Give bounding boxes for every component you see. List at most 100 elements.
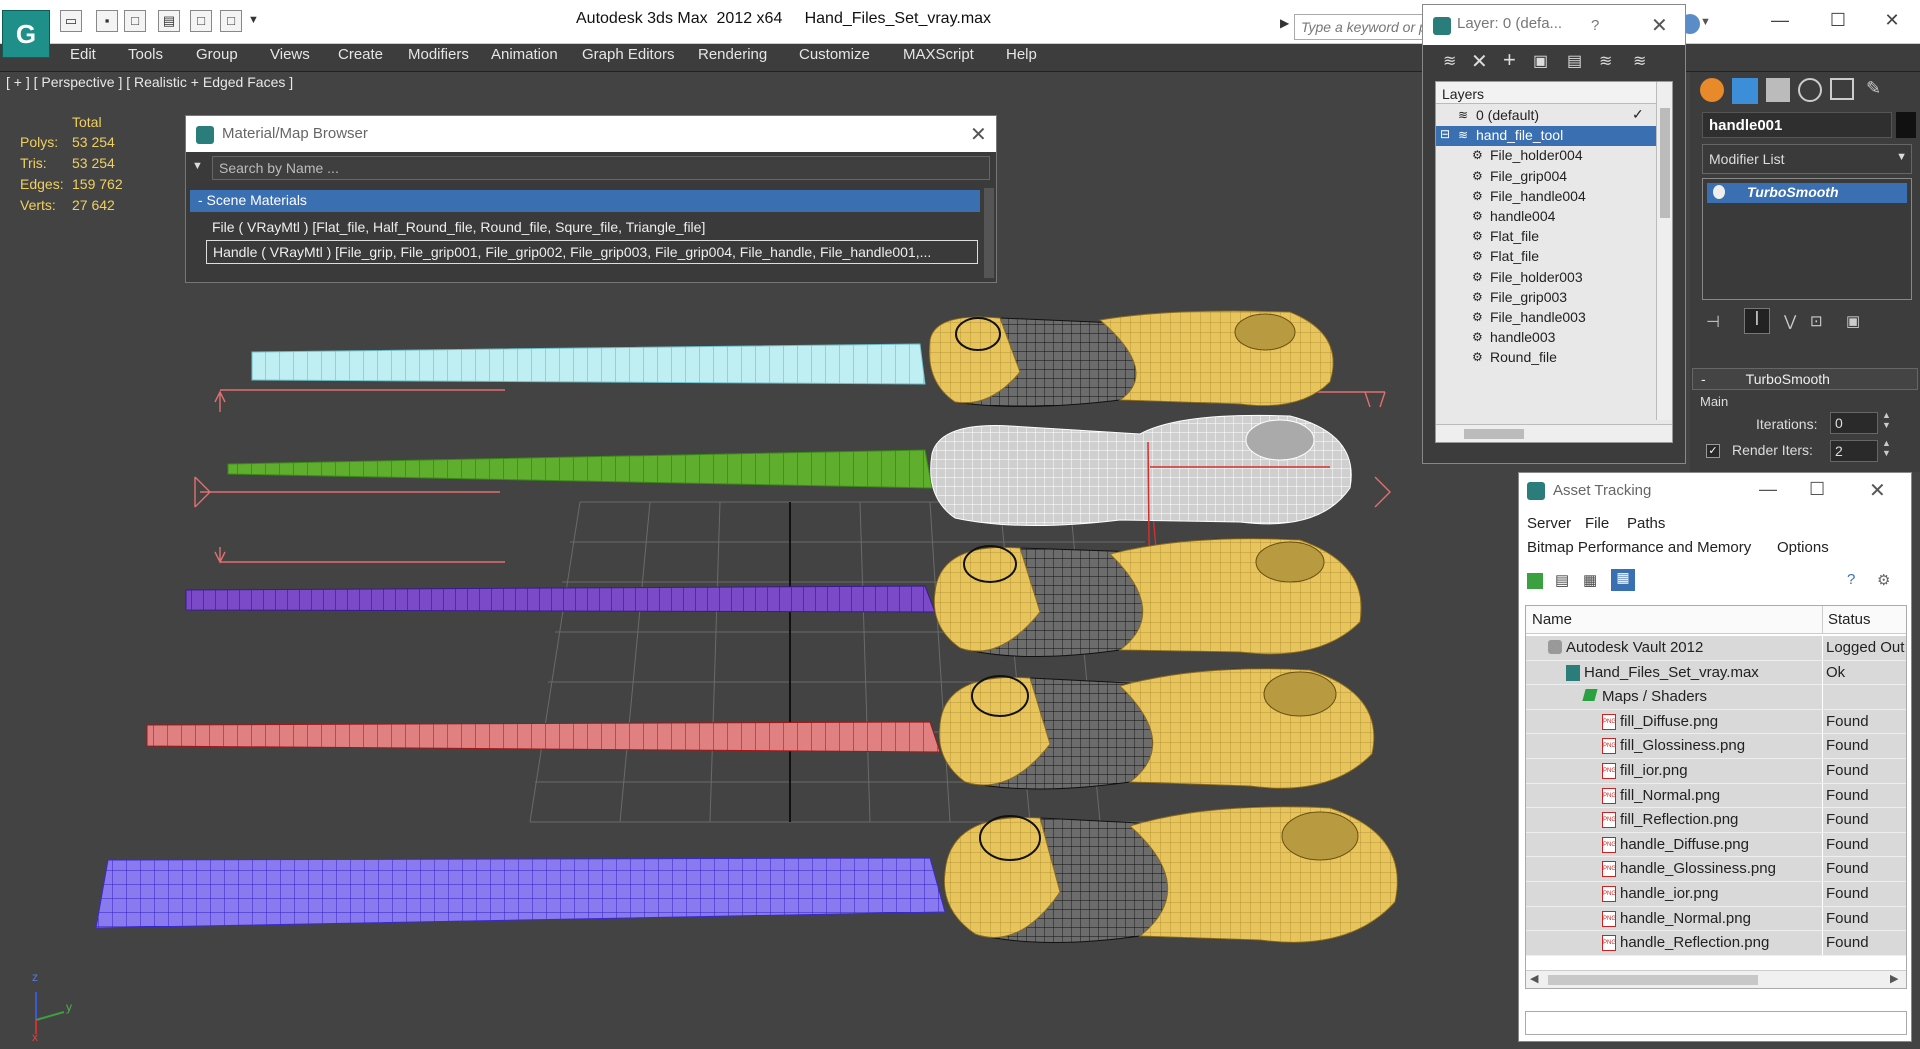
layer-object-row[interactable]: ⚙ Round_file [1436,348,1656,368]
highlight-layer-icon[interactable]: ▤ [1567,51,1582,71]
maximize-icon[interactable]: ☐ [1809,479,1825,500]
hide-all-icon[interactable]: ≋ [1599,51,1612,71]
menu-server[interactable]: Server [1527,515,1571,532]
list-view-icon[interactable]: ▤ [1555,571,1569,589]
search-input[interactable]: Type a keyword or p [1294,14,1424,40]
menu-modifiers[interactable]: Modifiers [408,44,469,72]
menu-customize[interactable]: Customize [799,44,870,72]
render-iters-spinner[interactable]: 2 [1830,440,1878,462]
layer-object-row[interactable]: ⚙ File_handle003 [1436,308,1656,328]
hold-icon[interactable]: ▤ [158,10,180,32]
undo-icon[interactable]: □ [190,10,212,32]
quick-access-dropdown-icon[interactable]: ▼ [248,14,259,26]
layer-object-row[interactable]: ⚙ handle003 [1436,328,1656,348]
asset-row[interactable]: PNG handle_ior.png Found [1526,882,1906,907]
menu-file[interactable]: File [1585,515,1609,532]
app-logo-icon[interactable]: G [2,10,50,58]
layer-panel-title[interactable]: Layer: 0 (defa... [1423,5,1685,45]
freeze-all-icon[interactable]: ≋ [1633,51,1646,71]
turbosmooth-rollout-header[interactable]: - TurboSmooth [1692,368,1918,390]
asset-row[interactable]: PNG handle_Normal.png Found [1526,906,1906,932]
display-tab-icon[interactable] [1830,78,1854,100]
menu-paths[interactable]: Paths [1627,515,1665,532]
asset-row[interactable]: PNG handle_Glossiness.png Found [1526,857,1906,882]
asset-row[interactable]: PNG handle_Diffuse.png Found [1526,832,1906,858]
menu-help[interactable]: Help [1006,44,1037,72]
new-layer-icon[interactable]: ≋ [1443,51,1456,71]
close-icon[interactable]: ✕ [970,122,987,147]
menu-bitmap-performance[interactable]: Bitmap Performance and Memory [1527,539,1751,556]
material-row-file[interactable]: File ( VRayMtl ) [Flat_file, Half_Round_… [206,216,978,240]
layer-object-row[interactable]: ⚙ Flat_file [1436,247,1656,267]
asset-row[interactable]: PNG handle_Reflection.png Found [1526,931,1906,956]
expand-search-icon[interactable]: ▶ [1280,16,1289,30]
layer-row[interactable]: ≋ 0 (default) ✓ [1436,106,1656,126]
current-layer-check-icon[interactable]: ✓ [1632,106,1644,123]
asset-row[interactable]: PNG fill_Normal.png Found [1526,783,1906,809]
asset-tracking-title[interactable]: Asset Tracking [1519,473,1911,509]
minimize-button[interactable]: — [1760,8,1800,32]
column-divider[interactable] [1822,606,1823,634]
table-view-icon[interactable]: ▦ [1611,569,1635,591]
delete-layer-icon[interactable]: ✕ [1471,49,1488,74]
menu-create[interactable]: Create [338,44,383,72]
redo-icon[interactable]: □ [220,10,242,32]
layer-object-row[interactable]: ⚙ File_handle004 [1436,187,1656,207]
collapse-icon[interactable]: ⊟ [1440,127,1450,141]
close-icon[interactable]: ✕ [1869,478,1886,503]
column-status[interactable]: Status [1828,611,1871,628]
menu-tools[interactable]: Tools [128,44,163,72]
menu-group[interactable]: Group [196,44,238,72]
menu-rendering[interactable]: Rendering [698,44,767,72]
menu-graph-editors[interactable]: Graph Editors [582,44,675,72]
utilities-tab-icon[interactable]: ✎ [1866,78,1888,102]
minimize-icon[interactable]: — [1759,479,1777,500]
material-browser-title[interactable]: Material/Map Browser [186,116,996,152]
scrollbar[interactable] [984,188,994,278]
scrollbar-thumb[interactable] [1464,429,1524,439]
modify-tab-icon[interactable] [1732,78,1758,104]
add-selection-icon[interactable]: + [1503,47,1516,73]
scrollbar-thumb[interactable] [1660,108,1670,218]
scrollbar-thumb[interactable] [1548,975,1758,985]
pin-stack-icon[interactable]: ⊣ [1706,312,1720,332]
settings-icon[interactable]: ⚙ [1877,571,1890,589]
modifier-list-dropdown[interactable]: Modifier List ▼ [1702,144,1912,174]
iterations-spinner-arrows-icon[interactable]: ▲ ▼ [1882,410,1891,430]
column-name[interactable]: Name [1532,611,1572,628]
horizontal-scrollbar[interactable] [1436,424,1672,442]
options-dropdown-icon[interactable]: ▼ [192,160,203,172]
stack-item-turbosmooth[interactable]: TurboSmooth [1707,183,1907,203]
path-input[interactable] [1525,1011,1907,1035]
layer-object-row[interactable]: ⚙ handle004 [1436,207,1656,227]
make-unique-icon[interactable]: ⋁ [1784,312,1796,330]
asset-row[interactable]: Maps / Shaders [1526,685,1906,710]
vault-help-icon[interactable]: ? [1847,571,1855,588]
hierarchy-tab-icon[interactable] [1766,78,1790,102]
layer-object-row[interactable]: ⚙ File_holder003 [1436,268,1656,288]
menu-views[interactable]: Views [270,44,310,72]
maximize-button[interactable]: ☐ [1818,8,1858,32]
asset-row[interactable]: PNG fill_ior.png Found [1526,759,1906,784]
refresh-icon[interactable] [1527,573,1543,589]
layer-object-row[interactable]: ⚙ File_grip003 [1436,288,1656,308]
help-icon[interactable]: ? [1591,17,1599,34]
object-name-field[interactable]: handle001 [1702,112,1892,138]
asset-row[interactable]: PNG fill_Glossiness.png Found [1526,734,1906,759]
show-end-result-icon[interactable]: | [1744,308,1770,334]
new-scene-icon[interactable]: □ [124,10,146,32]
close-icon[interactable]: ✕ [1651,13,1668,38]
menu-options[interactable]: Options [1777,539,1829,556]
horizontal-scrollbar[interactable]: ◀ ▶ [1526,970,1906,988]
help-dropdown-icon[interactable]: ▼ [1700,16,1711,28]
asset-row[interactable]: Autodesk Vault 2012 Logged Out [1526,636,1906,661]
material-search-input[interactable]: Search by Name ... [212,156,990,180]
asset-row[interactable]: PNG fill_Diffuse.png Found [1526,709,1906,735]
open-file-icon[interactable]: ▭ [60,10,82,32]
scrollbar[interactable] [1656,82,1672,420]
configure-modifier-sets-icon[interactable]: ▣ [1846,312,1860,330]
iterations-spinner[interactable]: 0 [1830,412,1878,434]
layer-row[interactable]: ⊟ ≋ hand_file_tool [1436,126,1656,147]
menu-maxscript[interactable]: MAXScript [903,44,974,72]
menu-edit[interactable]: Edit [70,44,96,72]
